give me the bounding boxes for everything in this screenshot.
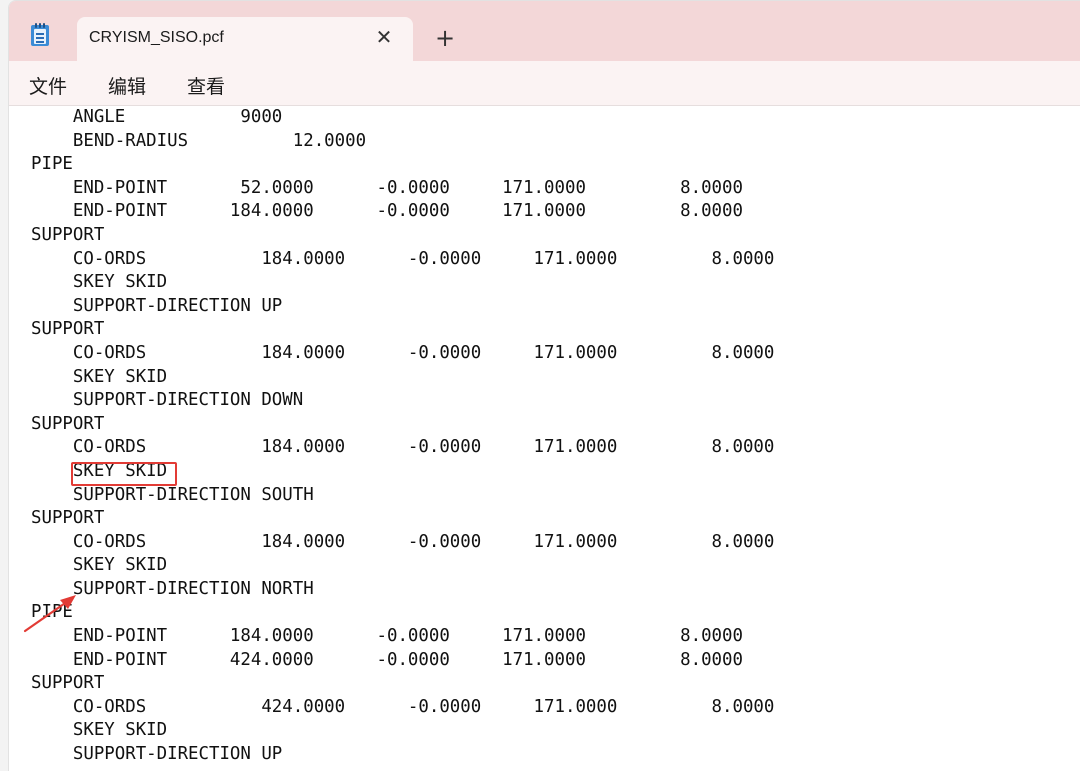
menu-bar: 文件 编辑 查看 (9, 61, 1080, 106)
text-line: PIPE (31, 154, 73, 175)
text-line: SKEY SKID (31, 460, 168, 481)
menu-edit[interactable]: 编辑 (108, 72, 146, 99)
menu-view[interactable]: 查看 (187, 72, 225, 99)
text-line: SUPPORT-DIRECTION DOWN (31, 390, 304, 411)
tab-document[interactable]: CRYISM_SISO.pcf ✕ (77, 17, 413, 61)
text-line: CO-ORDS 184.0000 -0.0000 171.0000 8.0000 (31, 248, 775, 269)
text-line: SUPPORT-DIRECTION UP (31, 744, 283, 765)
new-tab-button[interactable]: + (433, 26, 457, 50)
text-line: END-POINT 184.0000 -0.0000 171.0000 8.00… (31, 626, 743, 647)
text-editor[interactable]: ANGLE 9000 BEND-RADIUS 12.0000 PIPE END-… (9, 106, 1080, 771)
title-bar: CRYISM_SISO.pcf ✕ + (9, 1, 1080, 61)
text-line: ANGLE 9000 (31, 107, 283, 127)
text-line: CO-ORDS 184.0000 -0.0000 171.0000 8.0000 (31, 531, 775, 552)
close-icon[interactable]: ✕ (373, 26, 395, 48)
menu-file[interactable]: 文件 (29, 72, 67, 99)
text-line: END-POINT 424.0000 -0.0000 171.0000 8.00… (31, 649, 743, 670)
text-line: SKEY SKID (31, 272, 168, 293)
text-line: SKEY SKID (31, 720, 168, 741)
text-line: END-POINT 52.0000 -0.0000 171.0000 8.000… (31, 177, 743, 198)
text-line: SUPPORT-DIRECTION SOUTH (31, 484, 314, 505)
text-line: SUPPORT (31, 224, 105, 245)
text-line: SUPPORT (31, 673, 105, 694)
text-line: BEND-RADIUS 12.0000 (31, 130, 367, 151)
text-line: SUPPORT (31, 413, 105, 434)
document-text[interactable]: ANGLE 9000 BEND-RADIUS 12.0000 PIPE END-… (31, 106, 774, 767)
text-line: SUPPORT (31, 508, 105, 529)
notepad-window: CRYISM_SISO.pcf ✕ + 文件 编辑 查看 ANGLE 9000 … (8, 0, 1080, 771)
text-line: SUPPORT-DIRECTION UP (31, 295, 283, 316)
text-line: SUPPORT (31, 319, 105, 340)
notepad-icon (31, 23, 49, 46)
text-line: CO-ORDS 184.0000 -0.0000 171.0000 8.0000 (31, 342, 775, 363)
text-line: SKEY SKID (31, 555, 168, 576)
tab-title: CRYISM_SISO.pcf (89, 29, 224, 46)
text-line: CO-ORDS 184.0000 -0.0000 171.0000 8.0000 (31, 437, 775, 458)
red-arrow-icon (23, 595, 76, 633)
text-line: SKEY SKID (31, 366, 168, 387)
text-line: CO-ORDS 424.0000 -0.0000 171.0000 8.0000 (31, 696, 775, 717)
text-line: END-POINT 184.0000 -0.0000 171.0000 8.00… (31, 201, 743, 222)
